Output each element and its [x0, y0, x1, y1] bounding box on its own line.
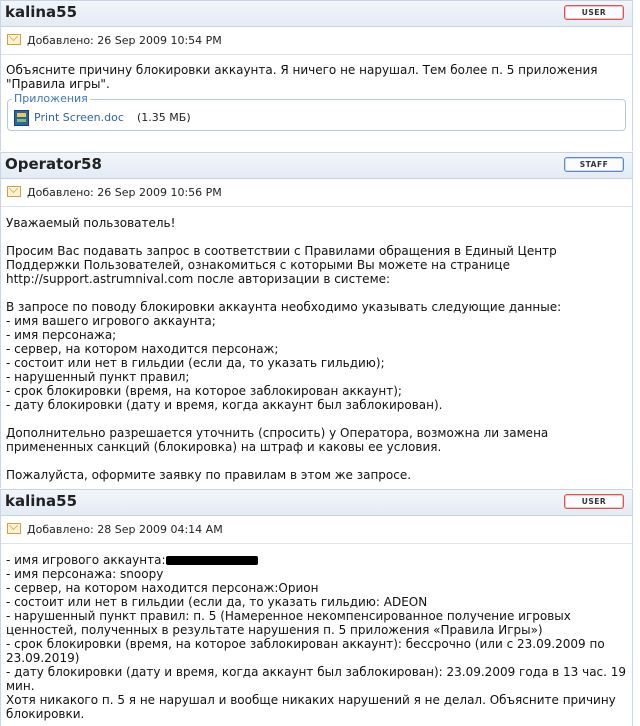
post-2: Operator58 STAFF Добавлено: 26 Sep 2009 … — [0, 152, 633, 488]
post-text: после авторизации в системе: В запросе п… — [6, 272, 562, 482]
post-1: kalina55 USER Добавлено: 26 Sep 2009 10:… — [0, 0, 633, 151]
post-date: Добавлено: 26 Sep 2009 10:54 PM — [27, 34, 222, 47]
envelope-icon — [7, 523, 21, 534]
attachments-box: Приложения Print Screen.doc (1.35 МБ) — [7, 92, 626, 131]
post-date: Добавлено: 28 Sep 2009 04:14 AM — [27, 523, 223, 536]
user-badge: USER — [564, 494, 624, 509]
post-dateline: Добавлено: 28 Sep 2009 04:14 AM — [1, 516, 632, 544]
support-link[interactable]: http://support.astrumnival.com — [6, 272, 193, 286]
envelope-icon — [7, 34, 21, 45]
post-body: Уважаемый пользователь! Просим Вас подав… — [1, 207, 632, 482]
post-text: - имя персонажа: snoopy - сервер, на кот… — [6, 567, 627, 721]
post-header: kalina55 USER — [1, 489, 632, 516]
post-header: kalina55 USER — [1, 0, 632, 27]
post-author[interactable]: kalina55 — [5, 492, 77, 510]
user-badge: USER — [564, 5, 624, 20]
attachments-label: Приложения — [12, 92, 90, 105]
post-body: - имя игрового аккаунта: - имя персонажа… — [1, 544, 632, 721]
post-3: kalina55 USER Добавлено: 28 Sep 2009 04:… — [0, 489, 633, 726]
post-dateline: Добавлено: 26 Sep 2009 10:56 PM — [1, 179, 632, 207]
post-header: Operator58 STAFF — [1, 152, 632, 179]
redaction-mark — [165, 556, 258, 565]
document-file-icon — [14, 110, 29, 126]
post-text: Уважаемый пользователь! Просим Вас подав… — [6, 216, 557, 272]
post-text: - имя игрового аккаунта: — [6, 553, 166, 567]
post-dateline: Добавлено: 26 Sep 2009 10:54 PM — [1, 27, 632, 55]
post-author[interactable]: Operator58 — [5, 155, 102, 173]
attachment-size: (1.35 МБ) — [137, 111, 191, 124]
staff-badge: STAFF — [564, 157, 624, 172]
post-body: Объясните причину блокировки аккаунта. Я… — [6, 63, 598, 91]
attachment-link[interactable]: Print Screen.doc — [34, 111, 124, 124]
envelope-icon — [7, 186, 21, 197]
post-author[interactable]: kalina55 — [5, 3, 77, 21]
post-date: Добавлено: 26 Sep 2009 10:56 PM — [27, 186, 222, 199]
